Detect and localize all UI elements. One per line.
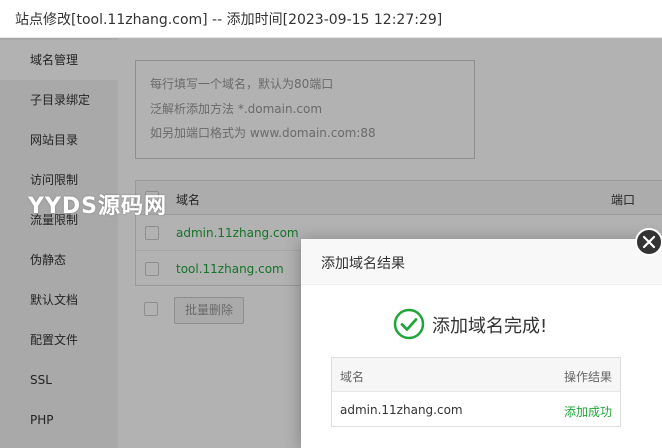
close-button[interactable] (635, 228, 662, 256)
close-icon (642, 235, 656, 249)
result-status: 添加成功 (564, 405, 613, 419)
check-circle-icon (393, 308, 425, 340)
result-table: 域名 操作结果 admin.11zhang.com 添加成功 (331, 357, 621, 427)
dialog-header: 添加域名结果 (301, 239, 662, 285)
watermark: YYDS源码网 (28, 194, 167, 219)
column-header-result: 操作结果 (564, 370, 613, 384)
result-domain: admin.11zhang.com (340, 403, 463, 417)
column-header-domain: 域名 (340, 370, 365, 384)
success-message: 添加域名完成! (432, 316, 548, 337)
dialog-title: 添加域名结果 (321, 256, 405, 272)
result-dialog: 添加域名结果 添加域名完成! 域名 操作结果 admin.11zhang.com… (301, 239, 662, 448)
title-bar: 站点修改[tool.11zhang.com] -- 添加时间[2023-09-1… (0, 0, 662, 38)
result-table-header: 域名 操作结果 (332, 358, 620, 392)
window-title: 站点修改[tool.11zhang.com] -- 添加时间[2023-09-1… (15, 12, 443, 28)
